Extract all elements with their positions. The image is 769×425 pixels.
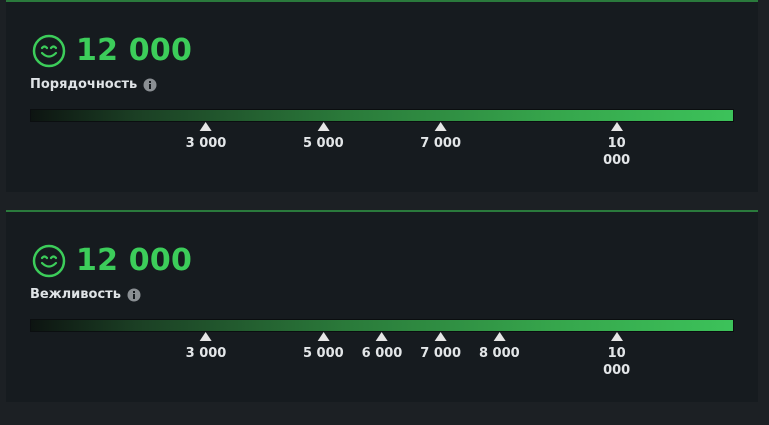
marker-arrow-icon: [317, 122, 330, 131]
smiley-face-icon: [32, 34, 66, 68]
threshold-marker: 6 000: [361, 332, 403, 362]
marker-arrow-icon: [317, 332, 330, 341]
label-row: Вежливость: [30, 286, 141, 304]
threshold-marker: 5 000: [303, 332, 344, 362]
marker-label: 3 000: [185, 136, 227, 151]
marker-label: 5 000: [302, 136, 344, 151]
info-icon[interactable]: [127, 288, 141, 302]
threshold-marker: 7 000: [420, 332, 461, 362]
marker-strip: 3 000 5 000 6 000 7 000 8 000 10 000: [30, 332, 734, 392]
marker-arrow-icon: [610, 122, 623, 131]
marker-label: 7 000: [420, 136, 462, 151]
marker-label: 5 000: [302, 346, 344, 361]
marker-arrow-icon: [434, 332, 447, 341]
score-row: 12 000: [32, 34, 192, 68]
info-icon[interactable]: [143, 78, 157, 92]
marker-arrow-icon: [493, 332, 506, 341]
threshold-marker: 10 000: [602, 122, 632, 169]
marker-arrow-icon: [610, 332, 623, 341]
marker-label: 8 000: [478, 346, 520, 361]
metric-label: Порядочность: [30, 77, 138, 92]
marker-arrow-icon: [376, 332, 388, 341]
marker-label: 10 000: [603, 136, 631, 168]
marker-strip: 3 000 5 000 7 000 10 000: [30, 122, 734, 182]
conduct-panel: 12 000 Порядочность 3 000 5 000 7 000 10 00…: [6, 0, 758, 192]
score-row: 12 000: [32, 244, 192, 278]
marker-label: 3 000: [185, 346, 227, 361]
marker-label: 7 000: [420, 346, 462, 361]
threshold-marker: 10 000: [602, 332, 632, 379]
marker-label: 10 000: [603, 346, 631, 378]
threshold-marker: 7 000: [420, 122, 461, 152]
score-value: 12 000: [76, 243, 193, 278]
marker-label: 6 000: [361, 346, 403, 361]
marker-arrow-icon: [200, 332, 212, 341]
threshold-marker: 3 000: [185, 332, 227, 362]
metric-label: Вежливость: [30, 287, 121, 302]
smiley-face-icon: [32, 244, 66, 278]
threshold-marker: 3 000: [185, 122, 227, 152]
marker-arrow-icon: [434, 122, 447, 131]
threshold-marker: 5 000: [303, 122, 344, 152]
progress-track: [30, 109, 734, 122]
threshold-marker: 8 000: [479, 332, 520, 362]
label-row: Порядочность: [30, 76, 157, 94]
score-value: 12 000: [76, 33, 193, 68]
politeness-panel: 12 000 Вежливость 3 000 5 000 6 000 7 000 8 …: [6, 210, 758, 402]
marker-arrow-icon: [200, 122, 212, 131]
progress-track: [30, 319, 734, 332]
